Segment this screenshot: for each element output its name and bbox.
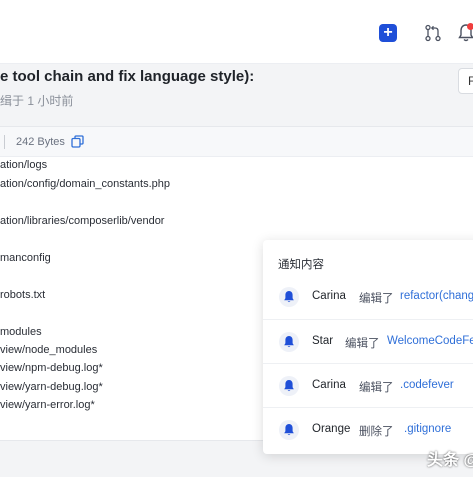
notification-dot xyxy=(467,23,473,30)
notification-action: 编辑了 xyxy=(345,338,380,350)
notification-user: Carina xyxy=(312,290,346,302)
bell-icon xyxy=(284,380,294,392)
notification-avatar xyxy=(279,287,299,307)
file-size: 242 Bytes xyxy=(16,136,65,148)
header-divider xyxy=(4,135,5,149)
notification-target-link[interactable]: refactor(chang xyxy=(400,290,473,302)
notification-avatar xyxy=(279,376,299,396)
notification-action: 编辑了 xyxy=(359,382,394,394)
notification-user: Star xyxy=(312,335,334,347)
code-line: ation/config/domain_constants.php xyxy=(0,178,171,190)
top-bar: + xyxy=(0,0,473,64)
code-line: ation/logs xyxy=(0,159,48,171)
code-line: ation/libraries/composerlib/vendor xyxy=(0,215,165,227)
commit-meta: 缉于 1 小时前 xyxy=(0,94,74,108)
git-pull-request-icon[interactable] xyxy=(424,24,442,42)
bell-icon xyxy=(284,291,294,303)
copy-icon[interactable] xyxy=(71,135,84,148)
browse-button[interactable]: F xyxy=(458,68,473,94)
notification-target-link[interactable]: WelcomeCodeFe xyxy=(387,335,473,347)
notification-avatar xyxy=(279,332,299,352)
commit-title: e tool chain and fix language style): xyxy=(0,68,255,85)
code-line: view/yarn-error.log* xyxy=(0,399,95,411)
new-button[interactable]: + xyxy=(379,24,397,42)
code-line: robots.txt xyxy=(0,289,46,301)
bell-icon xyxy=(284,336,294,348)
bell-icon xyxy=(284,424,294,436)
notification-action: 编辑了 xyxy=(359,293,394,305)
notification-target-link[interactable]: .gitignore xyxy=(404,423,451,435)
notification-panel: 通知内容 Carina 编辑了 refactor(chang Star 编辑了 … xyxy=(263,240,473,454)
notification-action: 删除了 xyxy=(359,426,394,438)
notification-panel-title: 通知内容 xyxy=(278,259,324,271)
notification-item[interactable]: Carina 编辑了 .codefever xyxy=(263,363,473,407)
watermark: 头条 @ xyxy=(427,452,473,469)
code-line: view/node_modules xyxy=(0,344,98,356)
code-line: manconfig xyxy=(0,252,51,264)
code-line: view/yarn-debug.log* xyxy=(0,381,103,393)
code-line: modules xyxy=(0,326,42,338)
file-header: 242 Bytes xyxy=(0,127,473,157)
notification-avatar xyxy=(279,420,299,440)
notification-target-link[interactable]: .codefever xyxy=(400,379,454,391)
notification-user: Carina xyxy=(312,379,346,391)
notification-user: Orange xyxy=(312,423,351,435)
notification-item[interactable]: Carina 编辑了 refactor(chang xyxy=(263,275,473,319)
plus-icon: + xyxy=(383,24,393,41)
code-line: view/npm-debug.log* xyxy=(0,362,103,374)
notification-item[interactable]: Orange 删除了 .gitignore xyxy=(263,407,473,451)
notification-item[interactable]: Star 编辑了 WelcomeCodeFe xyxy=(263,319,473,363)
